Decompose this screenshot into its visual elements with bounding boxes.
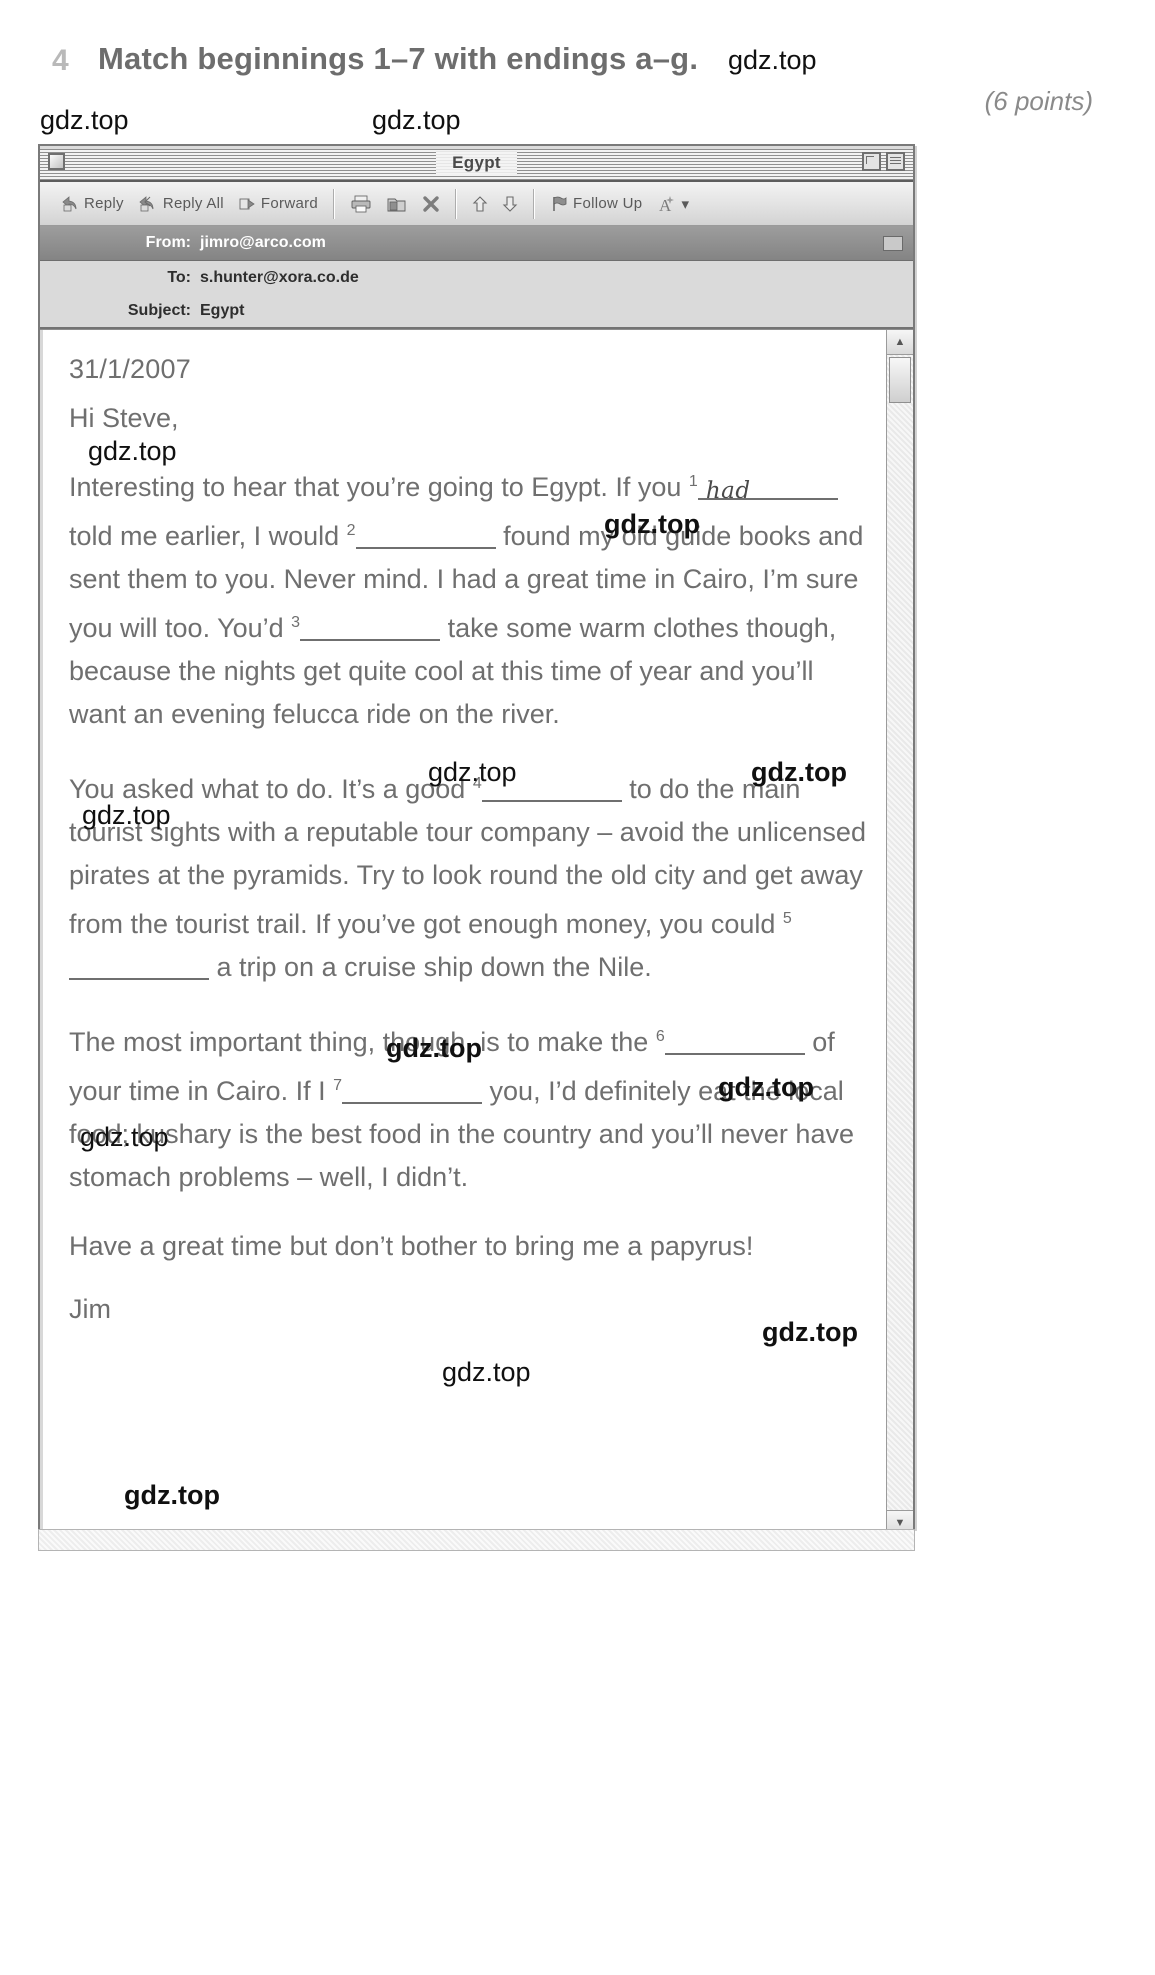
gap-number-2: 2 bbox=[346, 522, 356, 539]
flag-icon bbox=[550, 195, 568, 213]
window-controls bbox=[862, 152, 905, 171]
reply-all-arrow-icon bbox=[138, 195, 158, 212]
reply-all-button[interactable]: Reply All bbox=[131, 192, 231, 215]
collapse-box-icon[interactable] bbox=[886, 152, 905, 171]
next-message-button[interactable] bbox=[495, 192, 525, 216]
gap-number-6: 6 bbox=[655, 1028, 665, 1045]
font-format-icon: A bbox=[656, 194, 676, 214]
p2-text-c: a trip on a cruise ship down the Nile. bbox=[216, 952, 652, 982]
email-window: Egypt Reply Reply All Forward Follow Up … bbox=[38, 144, 915, 1535]
exercise-points: (6 points) bbox=[984, 86, 1093, 116]
subject-value: Egypt bbox=[200, 301, 245, 319]
printer-icon bbox=[350, 195, 372, 213]
forward-button[interactable]: Forward bbox=[231, 192, 325, 215]
gap-number-4: 4 bbox=[472, 775, 482, 792]
to-label: To: bbox=[167, 268, 191, 286]
window-title: Egypt bbox=[40, 151, 913, 174]
previous-message-button[interactable] bbox=[465, 192, 495, 216]
from-value[interactable]: jimro@arco.com bbox=[200, 234, 326, 252]
follow-up-label: Follow Up bbox=[573, 195, 643, 212]
message-paragraph-3: The most important thing, though, is to … bbox=[69, 1015, 868, 1199]
header-row-to: To: s.hunter@xora.co.de bbox=[40, 261, 913, 294]
forward-label: Forward bbox=[260, 195, 319, 212]
vertical-scrollbar[interactable]: ▲ ▼ bbox=[886, 330, 913, 1535]
toolbar-group-actions bbox=[335, 182, 455, 225]
move-to-folder-button[interactable] bbox=[379, 192, 415, 216]
scrollbar-thumb[interactable] bbox=[889, 357, 911, 403]
move-to-folder-icon bbox=[386, 195, 408, 213]
message-paragraph-4: Have a great time but don’t bother to br… bbox=[69, 1231, 754, 1261]
message-paragraph-2: You asked what to do. It’s a good 4 to d… bbox=[69, 762, 868, 989]
answer-blank-7[interactable] bbox=[342, 1076, 483, 1104]
p1-text-b: told me earlier, I would bbox=[69, 521, 340, 551]
window-bottom-bar bbox=[38, 1529, 915, 1551]
subject-label: Subject: bbox=[127, 301, 191, 319]
reply-arrow-icon bbox=[61, 195, 79, 212]
toolbar-group-navigation bbox=[457, 182, 533, 225]
answer-blank-1-value: had bbox=[705, 478, 751, 504]
delete-button[interactable] bbox=[415, 192, 447, 216]
toolbar-group-reply: Reply Reply All Forward bbox=[46, 182, 333, 225]
mail-toolbar: Reply Reply All Forward Follow Up A ▾ bbox=[40, 182, 913, 226]
down-arrow-icon bbox=[502, 195, 518, 213]
envelope-icon bbox=[883, 236, 903, 251]
print-button[interactable] bbox=[343, 192, 379, 216]
exercise-number: 4 bbox=[52, 44, 70, 77]
font-format-caret: ▾ bbox=[681, 195, 690, 213]
answer-blank-4[interactable] bbox=[481, 774, 622, 802]
to-value[interactable]: s.hunter@xora.co.de bbox=[200, 269, 359, 287]
from-label: From: bbox=[145, 234, 191, 251]
toolbar-group-followup: Follow Up A ▾ bbox=[535, 182, 704, 225]
scroll-up-arrow-icon[interactable]: ▲ bbox=[887, 330, 913, 355]
exercise-header: 4 Match beginnings 1–7 with endings a–g.… bbox=[0, 0, 1155, 140]
reply-button[interactable]: Reply bbox=[54, 192, 131, 215]
answer-blank-3[interactable] bbox=[300, 613, 441, 641]
delete-x-icon bbox=[422, 195, 440, 213]
answer-blank-1[interactable]: had bbox=[697, 472, 838, 504]
up-arrow-icon bbox=[472, 195, 488, 213]
p2-text-a: You asked what to do. It’s a good bbox=[69, 774, 466, 804]
header-row-from: From: jimro@arco.com bbox=[40, 226, 913, 261]
answer-blank-5[interactable] bbox=[69, 952, 209, 980]
reply-label: Reply bbox=[84, 195, 124, 212]
gap-number-3: 3 bbox=[291, 614, 301, 631]
message-paragraph-1: Interesting to hear that you’re going to… bbox=[69, 460, 868, 736]
follow-up-button[interactable]: Follow Up bbox=[543, 192, 649, 216]
zoom-box-icon[interactable] bbox=[862, 152, 881, 171]
p3-text-a: The most important thing, though, is to … bbox=[69, 1027, 649, 1057]
gap-number-1: 1 bbox=[688, 473, 698, 490]
gap-number-5: 5 bbox=[782, 910, 792, 927]
message-text: 31/1/2007 Hi Steve, Interesting to hear … bbox=[40, 330, 886, 1535]
forward-arrow-icon bbox=[238, 196, 256, 212]
message-greeting: Hi Steve, bbox=[69, 403, 179, 433]
message-body-area: 31/1/2007 Hi Steve, Interesting to hear … bbox=[40, 329, 913, 1535]
p1-text-a: Interesting to hear that you’re going to… bbox=[69, 472, 682, 502]
gap-number-7: 7 bbox=[333, 1077, 343, 1094]
message-date: 31/1/2007 bbox=[69, 354, 191, 384]
answer-blank-6[interactable] bbox=[664, 1027, 805, 1055]
reply-all-label: Reply All bbox=[162, 195, 224, 212]
exercise-title: Match beginnings 1–7 with endings a–g. bbox=[98, 41, 699, 76]
answer-blank-2[interactable] bbox=[355, 521, 496, 549]
font-format-button[interactable]: A ▾ bbox=[649, 191, 696, 217]
message-signature: Jim bbox=[69, 1294, 111, 1324]
window-title-text: Egypt bbox=[436, 151, 517, 174]
header-row-subject: Subject: Egypt bbox=[40, 294, 913, 329]
window-title-bar: Egypt bbox=[40, 146, 913, 182]
